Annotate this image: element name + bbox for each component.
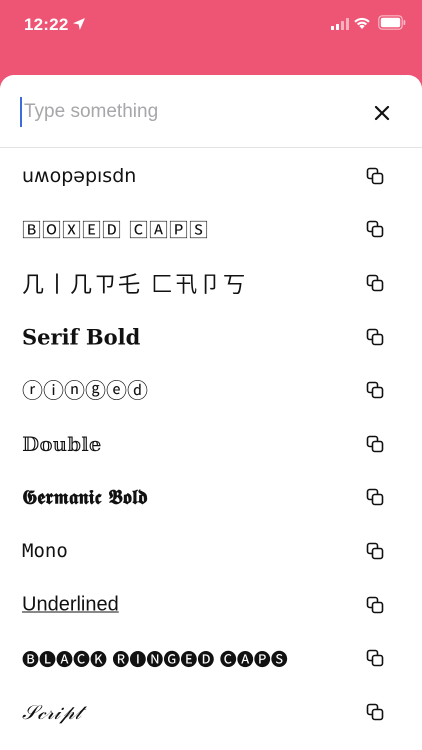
cellular-signal-icon: [331, 18, 349, 30]
font-sample: 几丨几ㄗ乇 匚卂卩丂: [22, 272, 247, 298]
close-icon: [374, 105, 390, 121]
font-sample: 𝙼𝚘𝚗𝚘: [22, 539, 68, 562]
copy-icon[interactable]: [366, 274, 384, 292]
font-sample: 🅑🅛🅐🅒🅚 🅡🅘🅝🅖🅔🅓 🅒🅐🅟🅢: [22, 650, 288, 671]
wifi-icon: [354, 17, 370, 29]
search-input[interactable]: [24, 95, 344, 129]
close-button[interactable]: [368, 99, 396, 127]
font-item-serif-bold[interactable]: 𝐒𝐞𝐫𝐢𝐟 𝐁𝐨𝐥𝐝: [0, 310, 422, 364]
copy-icon[interactable]: [366, 167, 384, 185]
copy-icon[interactable]: [366, 703, 384, 721]
font-sample: 𝔻𝕠𝕦𝕓𝕝𝕖: [22, 431, 102, 456]
font-list: uʍopǝpısdn 🄱🄾🅇🄴🄳 🄲🄰🄿🅂 几丨几ㄗ乇 匚卂卩丂 𝐒𝐞𝐫𝐢𝐟 𝐁…: [0, 149, 422, 739]
font-item-double[interactable]: 𝔻𝕠𝕦𝕓𝕝𝕖: [0, 417, 422, 471]
copy-icon[interactable]: [366, 328, 384, 346]
font-item-asian-caps[interactable]: 几丨几ㄗ乇 匚卂卩丂: [0, 256, 422, 310]
location-arrow-icon: [73, 18, 85, 30]
copy-icon[interactable]: [366, 220, 384, 238]
font-item-germanic-bold[interactable]: 𝕲𝖊𝖗𝖒𝖆𝖓𝖎𝖈 𝕭𝖔𝖑𝖉: [0, 471, 422, 525]
font-sample: 𝐒𝐞𝐫𝐢𝐟 𝐁𝐨𝐥𝐝: [22, 324, 141, 350]
copy-icon[interactable]: [366, 381, 384, 399]
status-bar: 12:22: [0, 0, 422, 50]
font-sample: Underlined: [22, 593, 119, 616]
font-item-boxed-caps[interactable]: 🄱🄾🅇🄴🄳 🄲🄰🄿🅂: [0, 203, 422, 257]
font-item-script[interactable]: 𝒮𝒸𝓇𝒾𝓅𝓉: [0, 685, 422, 739]
font-item-underlined[interactable]: Underlined: [0, 578, 422, 632]
copy-icon[interactable]: [366, 542, 384, 560]
font-sample: 🄱🄾🅇🄴🄳 🄲🄰🄿🅂: [22, 219, 210, 242]
font-item-upside-down[interactable]: uʍopǝpısdn: [0, 149, 422, 203]
font-sample: uʍopǝpısdn: [22, 164, 137, 187]
font-sample: 𝕲𝖊𝖗𝖒𝖆𝖓𝖎𝖈 𝕭𝖔𝖑𝖉: [22, 485, 148, 510]
copy-icon[interactable]: [366, 488, 384, 506]
font-sample: ⓡⓘⓝⓖⓔⓓ: [22, 379, 148, 404]
font-item-mono[interactable]: 𝙼𝚘𝚗𝚘: [0, 524, 422, 578]
font-item-ringed[interactable]: ⓡⓘⓝⓖⓔⓓ: [0, 363, 422, 417]
font-sheet: uʍopǝpısdn 🄱🄾🅇🄴🄳 🄲🄰🄿🅂 几丨几ㄗ乇 匚卂卩丂 𝐒𝐞𝐫𝐢𝐟 𝐁…: [0, 75, 422, 750]
copy-icon[interactable]: [366, 596, 384, 614]
copy-icon[interactable]: [366, 649, 384, 667]
font-item-black-ringed-caps[interactable]: 🅑🅛🅐🅒🅚 🅡🅘🅝🅖🅔🅓 🅒🅐🅟🅢: [0, 631, 422, 685]
battery-icon: [378, 15, 406, 30]
font-sample: 𝒮𝒸𝓇𝒾𝓅𝓉: [22, 699, 82, 724]
status-time: 12:22: [24, 15, 69, 34]
copy-icon[interactable]: [366, 435, 384, 453]
search-bar: [0, 75, 422, 148]
text-cursor: [20, 97, 22, 127]
